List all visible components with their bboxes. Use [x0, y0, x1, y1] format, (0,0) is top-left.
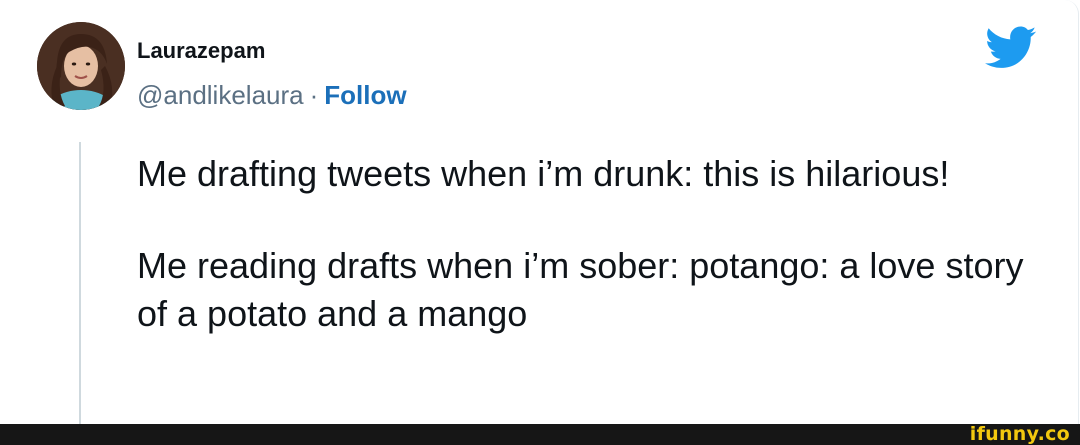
thread-line — [79, 142, 81, 424]
follow-link[interactable]: Follow — [324, 80, 406, 110]
handle-row: @andlikelaura · Follow — [137, 80, 407, 111]
avatar-portrait-icon — [37, 22, 125, 110]
display-name[interactable]: Laurazepam — [137, 38, 265, 64]
twitter-bird-icon[interactable] — [985, 26, 1037, 70]
tweet-card: Laurazepam @andlikelaura · Follow Me draft… — [0, 0, 1079, 424]
watermark-bar — [0, 424, 1080, 445]
ifunny-watermark: ifunny.co — [969, 423, 1070, 445]
tweet-paragraph: Me drafting tweets when i’m drunk: this … — [137, 153, 950, 194]
tweet-text: Me drafting tweets when i’m drunk: this … — [137, 150, 1037, 338]
user-handle[interactable]: @andlikelaura — [137, 80, 304, 110]
profile-avatar[interactable] — [37, 22, 125, 110]
handle-separator: · — [309, 80, 319, 110]
tweet-paragraph: Me reading drafts when i’m sober: potang… — [137, 245, 1024, 334]
